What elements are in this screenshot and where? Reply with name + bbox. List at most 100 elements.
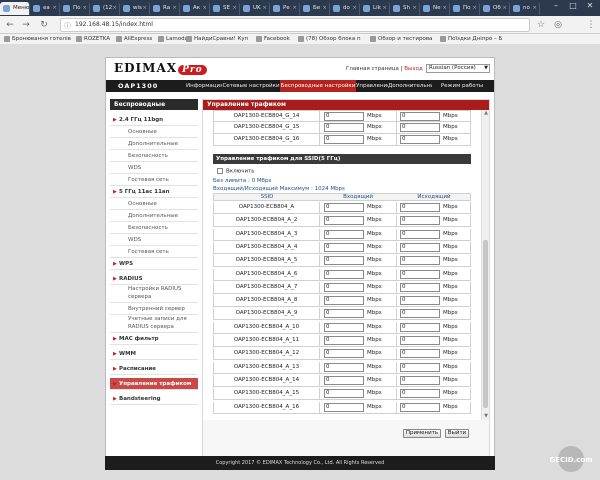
inbound-input[interactable]: 0 (324, 269, 364, 279)
outbound-input[interactable]: 0 (400, 112, 440, 121)
browser-tab[interactable]: По × (450, 2, 480, 15)
inbound-input[interactable]: 0 (324, 282, 364, 292)
sidebar-item[interactable]: Основные (110, 126, 198, 138)
nav-item[interactable]: Беспроводные настройки (280, 80, 356, 92)
outbound-input[interactable]: 0 (400, 123, 440, 132)
browser-tab[interactable]: wis × (120, 2, 150, 15)
outbound-input[interactable]: 0 (400, 362, 440, 372)
browser-tab[interactable]: Sh × (390, 2, 420, 15)
sidebar-item[interactable]: ▶ 5 ГГц 11ac 11an (110, 186, 198, 198)
outbound-input[interactable]: 0 (400, 203, 440, 212)
inbound-input[interactable]: 0 (324, 322, 364, 332)
close-window-icon[interactable]: ✕ (582, 0, 598, 12)
logout-link[interactable]: Выход (404, 66, 423, 72)
nav-item[interactable]: Управление (356, 80, 388, 92)
inbound-input[interactable]: 0 (324, 362, 364, 372)
nav-item[interactable]: Режим работы (432, 80, 492, 92)
forward-icon[interactable]: → (20, 19, 32, 31)
outbound-input[interactable]: 0 (400, 389, 440, 399)
inbound-input[interactable]: 0 (324, 112, 364, 121)
close-tab-icon[interactable]: × (172, 2, 177, 15)
inbound-input[interactable]: 0 (324, 309, 364, 319)
sidebar-item[interactable]: Внутренний сервер (110, 303, 198, 315)
close-tab-icon[interactable]: × (112, 2, 117, 15)
browser-tab[interactable]: UK × (240, 2, 270, 15)
browser-tab[interactable]: (12 × (90, 2, 120, 15)
nav-item[interactable]: Сетевые настройки (222, 80, 280, 92)
browser-tab[interactable]: do × (330, 2, 360, 15)
browser-tab[interactable]: Ne × (420, 2, 450, 15)
sidebar-item[interactable]: Гостевая сеть (110, 246, 198, 258)
outbound-input[interactable]: 0 (400, 216, 440, 226)
sidebar-item[interactable]: WDS (110, 162, 198, 174)
bookmark-item[interactable]: ROZETKA (76, 35, 110, 44)
outbound-input[interactable]: 0 (400, 296, 440, 306)
outbound-input[interactable]: 0 (400, 229, 440, 239)
sidebar-item[interactable]: WDS (110, 234, 198, 246)
bookmark-item[interactable]: Бронювання готелів (4, 35, 71, 44)
browser-tab[interactable]: Бе × (300, 2, 330, 15)
sidebar-item[interactable]: Настройки RADIUS сервера (110, 285, 198, 303)
inbound-input[interactable]: 0 (324, 256, 364, 266)
sidebar-item[interactable]: ▶ 2.4 ГГц 11bgn (110, 114, 198, 126)
inbound-input[interactable]: 0 (324, 389, 364, 399)
sidebar-item[interactable]: Основные (110, 198, 198, 210)
star-icon[interactable]: ☆ (535, 19, 547, 31)
scrollbar-thumb[interactable] (483, 240, 488, 408)
close-tab-icon[interactable]: × (322, 2, 327, 15)
sidebar-item[interactable]: ▶ WPS (110, 258, 198, 270)
close-tab-icon[interactable]: × (22, 2, 27, 15)
sidebar-item[interactable]: ▶ WMM (110, 348, 198, 360)
browser-tab[interactable]: no × (510, 2, 540, 15)
close-tab-icon[interactable]: × (352, 2, 357, 15)
inbound-input[interactable]: 0 (324, 336, 364, 345)
outbound-input[interactable]: 0 (400, 242, 440, 252)
close-tab-icon[interactable]: × (202, 2, 207, 15)
close-tab-icon[interactable]: × (292, 2, 297, 15)
reload-icon[interactable]: ↻ (38, 19, 50, 31)
sidebar-item[interactable]: ▶ MAC фильтр (110, 333, 198, 345)
inbound-input[interactable]: 0 (324, 349, 364, 359)
outbound-input[interactable]: 0 (400, 282, 440, 292)
bookmark-item[interactable]: (78) Обзор блока п (298, 35, 361, 44)
inbound-input[interactable]: 0 (324, 375, 364, 385)
language-select[interactable]: Russian (Россия) ▼ (426, 64, 490, 73)
sidebar-item[interactable]: ▶ RADIUS (110, 273, 198, 285)
inbound-input[interactable]: 0 (324, 123, 364, 132)
close-tab-icon[interactable]: × (412, 2, 417, 15)
close-tab-icon[interactable]: × (472, 2, 477, 15)
browser-tab[interactable]: Ре × (270, 2, 300, 15)
inbound-input[interactable]: 0 (324, 229, 364, 239)
close-tab-icon[interactable]: × (262, 2, 267, 15)
nav-item[interactable]: Дополнительные (388, 80, 432, 92)
bookmark-item[interactable]: Facebook (256, 35, 290, 44)
inbound-input[interactable]: 0 (324, 203, 364, 212)
bookmark-item[interactable]: Lamoda (158, 35, 188, 44)
scrollbar[interactable]: ▲ ▼ (481, 110, 489, 420)
sidebar-item[interactable]: Безопасность (110, 222, 198, 234)
browser-tab[interactable]: SE × (210, 2, 240, 15)
outbound-input[interactable]: 0 (400, 322, 440, 332)
close-tab-icon[interactable]: × (532, 2, 537, 15)
url-field[interactable]: ⓘ 192.168.48.15/index.html (60, 18, 530, 32)
outbound-input[interactable]: 0 (400, 309, 440, 319)
inbound-input[interactable]: 0 (324, 135, 364, 144)
home-link[interactable]: Главная страница (346, 66, 399, 72)
browser-tab[interactable]: Ra × (150, 2, 180, 15)
browser-tab[interactable]: Об × (480, 2, 510, 15)
outbound-input[interactable]: 0 (400, 402, 440, 412)
scroll-down-icon[interactable]: ▼ (482, 413, 490, 420)
info-icon[interactable]: ⓘ (64, 20, 71, 32)
scroll-up-icon[interactable]: ▲ (482, 110, 490, 117)
sidebar-item[interactable]: ▶ Расписание (110, 363, 198, 375)
apply-button[interactable]: Применить (403, 429, 441, 438)
outbound-input[interactable]: 0 (400, 269, 440, 279)
inbound-input[interactable]: 0 (324, 296, 364, 306)
browser-tab[interactable]: Меню × (0, 2, 30, 15)
scroll-area[interactable]: Управление трафиком для SSID(5 ГГц) Вклю… (203, 110, 481, 420)
browser-tab[interactable]: По × (60, 2, 90, 15)
outbound-input[interactable]: 0 (400, 349, 440, 359)
outbound-input[interactable]: 0 (400, 336, 440, 345)
enable-checkbox[interactable]: Включить (217, 168, 255, 175)
close-tab-icon[interactable]: × (232, 2, 237, 15)
